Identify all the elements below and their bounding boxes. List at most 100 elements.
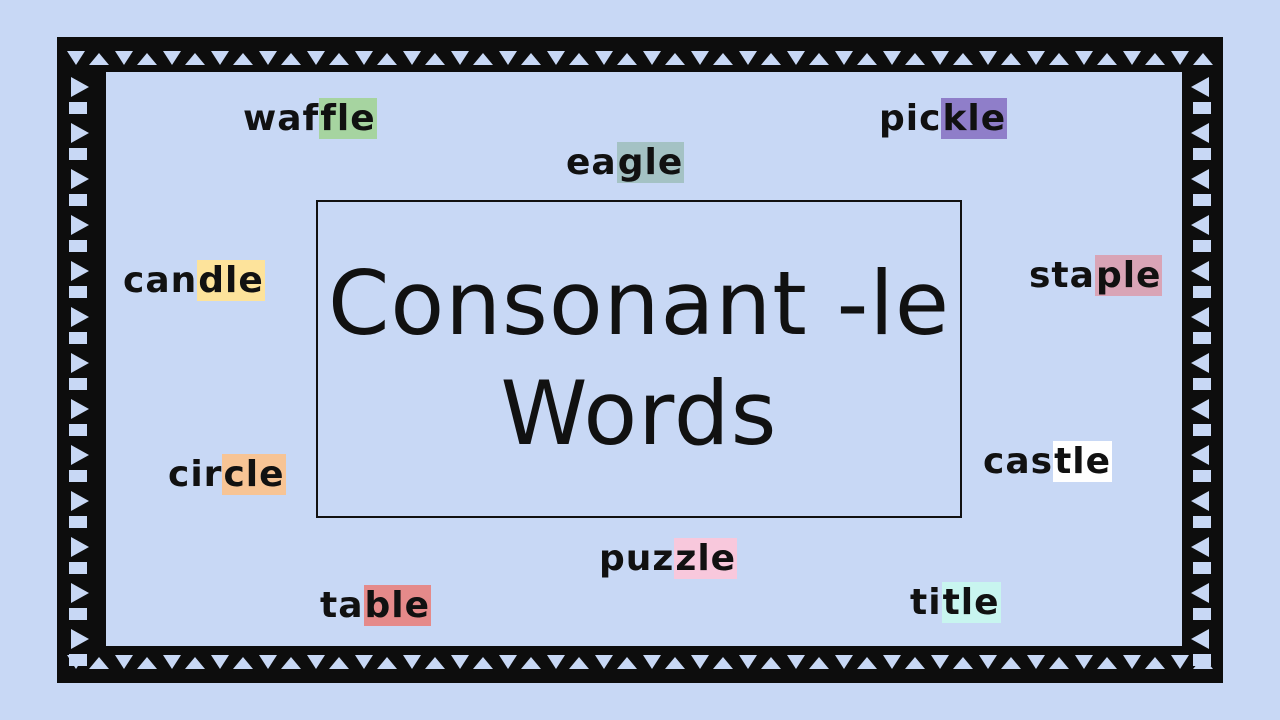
border-motif (71, 77, 89, 97)
border-motif (809, 53, 829, 65)
border-motif (643, 51, 661, 65)
border-motif (1027, 655, 1045, 669)
border-motif (69, 654, 87, 666)
border-motif (355, 655, 373, 669)
border-motif (1193, 194, 1211, 206)
border-motif (1075, 51, 1093, 65)
border-motif (71, 629, 89, 649)
word-prefix: cir (168, 454, 223, 495)
word-prefix: waf (243, 98, 320, 139)
le-highlight: gle (616, 142, 685, 183)
border-motif (329, 657, 349, 669)
border-motif (89, 657, 109, 669)
border-motif (71, 491, 89, 511)
border-motif (1191, 537, 1209, 557)
le-highlight: kle (941, 98, 1008, 139)
border-motif (425, 657, 445, 669)
border-motif (1191, 77, 1209, 97)
border-motif (905, 657, 925, 669)
le-highlight: tle (1053, 441, 1113, 482)
word-prefix: can (123, 260, 198, 301)
border-motif (233, 657, 253, 669)
border-motif (69, 240, 87, 252)
border-motif (377, 53, 397, 65)
word-candle: candle (123, 256, 265, 306)
border-motif (857, 657, 877, 669)
border-motif (115, 51, 133, 65)
border-motif (1027, 51, 1045, 65)
border-motif (281, 657, 301, 669)
title-line-1: Consonant -le (327, 252, 951, 355)
border-motif (617, 657, 637, 669)
border-motif (137, 53, 157, 65)
border-motif (1193, 562, 1211, 574)
border-motif (185, 657, 205, 669)
border-motif (1193, 332, 1211, 344)
word-castle: castle (983, 437, 1113, 487)
border-motif (71, 261, 89, 281)
border-motif (69, 516, 87, 528)
border-motif (1193, 53, 1213, 65)
border-motif (569, 53, 589, 65)
border-motif (67, 51, 85, 65)
word-puzzle: puzzle (599, 534, 738, 584)
le-highlight: tle (941, 582, 1001, 623)
word-waffle: waffle (243, 94, 377, 144)
border-motif (665, 657, 685, 669)
word-pickle: pickle (879, 94, 1008, 144)
title-box: Consonant -le Words (316, 200, 962, 518)
border-motif (665, 53, 685, 65)
border-motif (403, 655, 421, 669)
border-motif (69, 102, 87, 114)
border-motif (1145, 657, 1165, 669)
border-motif (355, 51, 373, 65)
border-motif (1193, 654, 1211, 666)
word-prefix: puz (599, 538, 675, 579)
border-motif (739, 655, 757, 669)
border-motif (307, 51, 325, 65)
word-staple: staple (1029, 251, 1163, 301)
border-motif (1075, 655, 1093, 669)
le-highlight: fle (319, 98, 377, 139)
border-motif (1191, 215, 1209, 235)
border-motif (137, 657, 157, 669)
word-title: title (910, 578, 1001, 628)
border-motif (931, 655, 949, 669)
border-motif (115, 655, 133, 669)
border-motif (931, 51, 949, 65)
border-motif (1097, 657, 1117, 669)
border-motif (451, 51, 469, 65)
border-motif (71, 445, 89, 465)
border-motif (71, 123, 89, 143)
border-motif (1191, 353, 1209, 373)
border-motif (1191, 123, 1209, 143)
border-motif (1191, 399, 1209, 419)
border-motif (883, 51, 901, 65)
border-motif (1193, 378, 1211, 390)
border-motif (211, 655, 229, 669)
border-motif (1193, 286, 1211, 298)
border-motif (787, 51, 805, 65)
border-motif (473, 657, 493, 669)
border-motif (1001, 657, 1021, 669)
border-motif (71, 169, 89, 189)
border-motif (1191, 261, 1209, 281)
border-motif (761, 657, 781, 669)
border-motif (979, 51, 997, 65)
border-motif (835, 655, 853, 669)
border-motif (883, 655, 901, 669)
border-motif (595, 655, 613, 669)
le-highlight: zle (674, 538, 738, 579)
border-motif (69, 286, 87, 298)
border-motif (1193, 470, 1211, 482)
border-motif (71, 583, 89, 603)
word-table: table (320, 581, 432, 631)
word-prefix: pic (879, 98, 942, 139)
border-motif (1145, 53, 1165, 65)
border-motif (69, 608, 87, 620)
word-prefix: cas (983, 441, 1054, 482)
border-motif (1191, 445, 1209, 465)
le-highlight: dle (197, 260, 265, 301)
border-motif (329, 53, 349, 65)
border-motif (1123, 51, 1141, 65)
